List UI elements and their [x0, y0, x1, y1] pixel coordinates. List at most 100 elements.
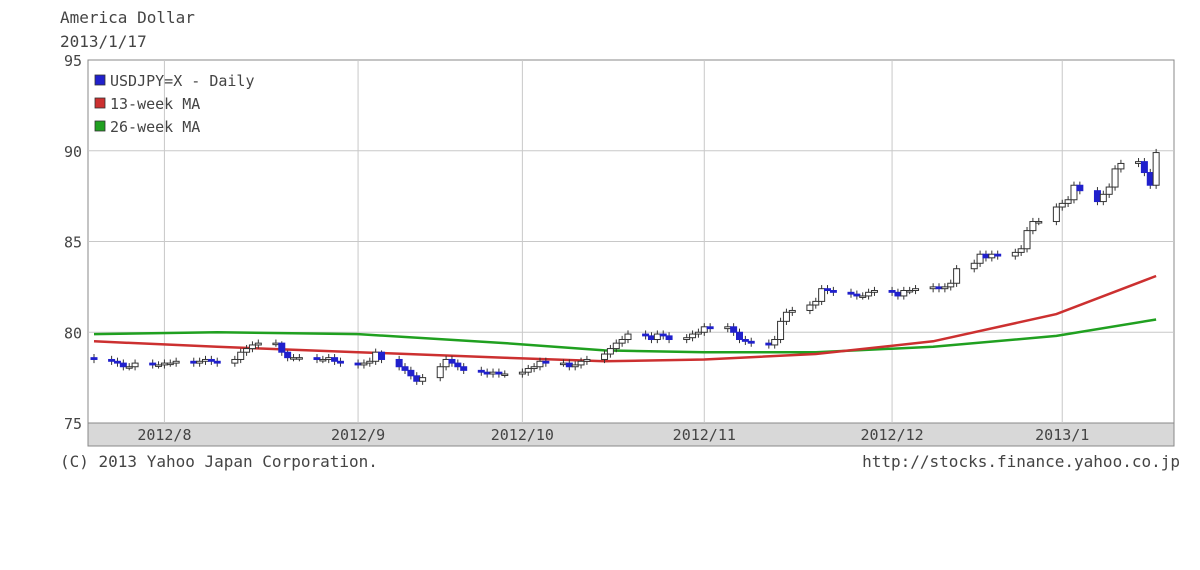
candle-body: [929, 286, 937, 290]
y-tick-label: 95: [64, 52, 82, 70]
x-axis-band: [87, 422, 1175, 447]
candle-body: [407, 369, 415, 377]
candle-body: [853, 293, 861, 297]
candle-body: [295, 357, 303, 360]
candle-body: [994, 253, 1002, 257]
candle-body: [372, 351, 380, 362]
candle-body: [325, 357, 333, 360]
candle-body: [947, 282, 955, 288]
candle-body: [912, 288, 920, 292]
candle-body: [694, 331, 702, 335]
candle-body: [577, 360, 585, 366]
candle-body: [413, 375, 421, 382]
candle-body: [818, 288, 826, 302]
candle-body: [190, 360, 198, 364]
candle-body: [1011, 251, 1019, 257]
legend-label: 13-week MA: [110, 95, 200, 113]
candle-body: [108, 358, 116, 362]
candle-body: [354, 362, 362, 366]
candle-body: [777, 320, 785, 341]
candle-body: [160, 362, 168, 366]
candle-body: [1146, 172, 1154, 186]
legend-swatch: [94, 74, 106, 86]
candle-body: [536, 360, 544, 368]
candle-body: [847, 291, 855, 295]
candle-body: [659, 333, 667, 337]
candle-body: [448, 358, 456, 364]
x-tick-label: 2013/1: [1035, 426, 1089, 444]
candle-body: [231, 358, 239, 364]
x-tick-label: 2012/12: [860, 426, 923, 444]
candle-body: [243, 348, 251, 353]
candle-body: [1140, 161, 1148, 174]
candle-body: [824, 288, 832, 292]
candle-body: [565, 362, 573, 368]
candle-body: [647, 335, 655, 341]
candle-body: [201, 358, 209, 362]
x-tick-label: 2012/9: [331, 426, 385, 444]
candle-body: [935, 286, 943, 290]
y-tick-label: 85: [64, 234, 82, 252]
candle-body: [166, 362, 174, 366]
candle-body: [483, 371, 491, 375]
candle-body: [489, 371, 497, 375]
candle-body: [724, 326, 732, 330]
candle-body: [1052, 206, 1060, 223]
source-url[interactable]: http://stocks.finance.yahoo.co.jp: [862, 452, 1180, 471]
candle-body: [970, 262, 978, 270]
candle-body: [1070, 184, 1078, 201]
candle-body: [653, 333, 661, 341]
candle-body: [1111, 168, 1119, 188]
candle-body: [870, 290, 878, 293]
x-tick-label: 2012/11: [673, 426, 736, 444]
candle-body: [1099, 193, 1107, 203]
candle-body: [624, 333, 632, 341]
candle-body: [689, 333, 697, 339]
candle-body: [1064, 199, 1072, 204]
candle-body: [125, 366, 133, 369]
candle-body: [524, 368, 532, 373]
candle-body: [213, 360, 221, 364]
candle-body: [941, 286, 949, 290]
candle-body: [284, 351, 292, 359]
candle-body: [1117, 162, 1125, 170]
candle-body: [865, 291, 873, 297]
candle-body: [237, 351, 245, 360]
candle-body: [1058, 202, 1066, 208]
candle-body: [196, 360, 204, 364]
candle-body: [859, 295, 867, 298]
candle-body: [542, 360, 550, 364]
candle-body: [331, 357, 339, 362]
candle-body: [618, 339, 626, 344]
candle-body: [988, 253, 996, 259]
candle-body: [149, 362, 157, 366]
candle-body: [559, 362, 567, 366]
candle-body: [378, 351, 386, 360]
candle-body: [700, 326, 708, 333]
candle-body: [1152, 152, 1160, 186]
y-tick-label: 80: [64, 324, 82, 342]
candle-body: [765, 342, 773, 346]
candle-body: [248, 344, 256, 350]
candle-body: [460, 366, 468, 371]
candle-body: [319, 358, 327, 362]
y-tick-label: 75: [64, 415, 82, 433]
candle-body: [155, 364, 163, 367]
candle-body: [906, 290, 914, 293]
legend-label: 26-week MA: [110, 118, 200, 136]
candle-body: [953, 268, 961, 284]
copyright-text: (C) 2013 Yahoo Japan Corporation.: [60, 452, 378, 471]
candle-body: [788, 309, 796, 313]
candle-body: [477, 369, 485, 373]
candle-body: [894, 291, 902, 297]
candle-body: [888, 290, 896, 293]
candle-body: [1035, 221, 1043, 224]
candle-body: [119, 362, 127, 368]
candle-body: [1093, 190, 1101, 203]
legend-swatch: [94, 97, 106, 109]
candle-body: [207, 358, 215, 362]
candle-body: [612, 342, 620, 350]
candle-body: [278, 342, 286, 353]
candle-body: [665, 335, 673, 341]
candle-body: [642, 333, 650, 337]
